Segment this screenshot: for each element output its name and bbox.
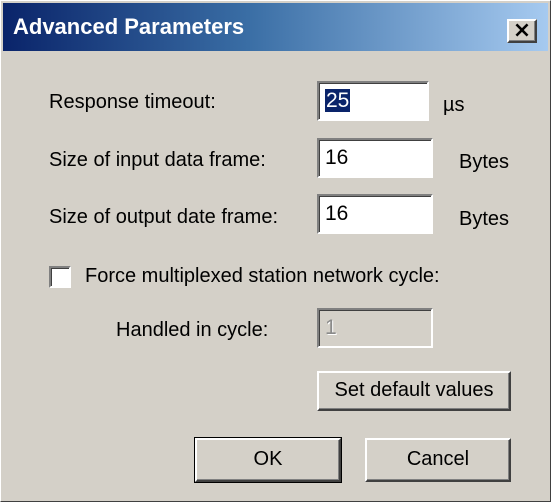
input-frame-value: 16 [325, 146, 349, 169]
ok-label: OK [253, 448, 283, 470]
set-default-values-label: Set default values [334, 379, 494, 401]
close-button[interactable]: × [507, 18, 537, 43]
response-timeout-input[interactable]: 25 [317, 81, 429, 121]
cancel-button[interactable]: Cancel [365, 438, 511, 482]
input-frame-input[interactable]: 16 [317, 138, 433, 178]
output-frame-label: Size of output date frame: [49, 206, 279, 228]
response-timeout-label: Response timeout: [49, 91, 216, 113]
force-multiplexed-label[interactable]: Force multiplexed station network cycle: [85, 265, 440, 288]
close-icon: × [512, 18, 532, 43]
force-multiplexed-checkbox[interactable] [49, 266, 71, 288]
set-default-values-button[interactable]: Set default values [317, 371, 511, 411]
title-bar: Advanced Parameters × [3, 3, 548, 51]
input-frame-unit: Bytes [459, 151, 510, 173]
input-frame-label: Size of input data frame: [49, 149, 266, 171]
output-frame-input[interactable]: 16 [317, 194, 433, 234]
handled-in-cycle-label: Handled in cycle: [116, 319, 269, 341]
ok-button[interactable]: OK [194, 437, 342, 483]
output-frame-value: 16 [325, 202, 349, 225]
response-timeout-unit: µs [443, 94, 465, 116]
dialog-title: Advanced Parameters [13, 14, 245, 39]
advanced-parameters-dialog: Advanced Parameters × Response timeout: … [0, 0, 551, 502]
cancel-label: Cancel [406, 448, 470, 470]
response-timeout-value: 25 [325, 89, 351, 112]
output-frame-unit: Bytes [459, 208, 510, 230]
handled-in-cycle-input: 1 [317, 308, 433, 348]
handled-in-cycle-value: 1 [325, 316, 337, 339]
